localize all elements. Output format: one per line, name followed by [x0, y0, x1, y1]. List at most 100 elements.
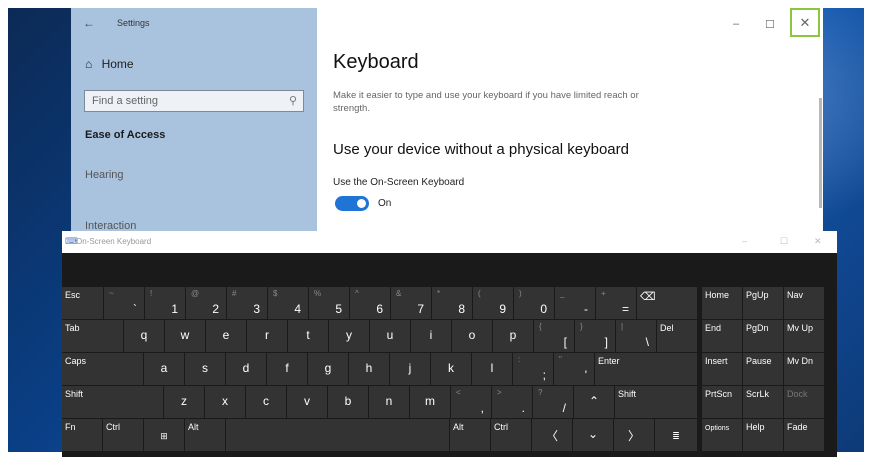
key-0[interactable]: ) 0: [514, 287, 554, 319]
key-quote[interactable]: " ': [554, 353, 594, 385]
key-fn[interactable]: Fn: [62, 419, 102, 451]
key-z[interactable]: z: [164, 386, 204, 418]
key-v[interactable]: v: [287, 386, 327, 418]
key-pgdn[interactable]: PgDn: [743, 320, 783, 352]
key-minus[interactable]: _ -: [555, 287, 595, 319]
key-windows[interactable]: ⊞: [144, 419, 184, 451]
key-right-bracket[interactable]: }]: [575, 320, 615, 352]
key-h[interactable]: h: [349, 353, 389, 385]
key-pgup[interactable]: PgUp: [743, 287, 783, 319]
key-9[interactable]: (9: [473, 287, 513, 319]
key-backslash[interactable]: | \: [616, 320, 656, 352]
key-nav[interactable]: Nav: [784, 287, 824, 319]
minimize-icon[interactable]: –: [733, 18, 739, 30]
key-n[interactable]: n: [369, 386, 409, 418]
osk-minimize-icon[interactable]: –: [742, 236, 747, 246]
key-up-arrow[interactable]: ⌃: [574, 386, 614, 418]
key-3[interactable]: #3: [227, 287, 267, 319]
nav-item-hearing[interactable]: Hearing: [85, 169, 124, 181]
home-label: Home: [101, 57, 134, 71]
key-p[interactable]: p: [493, 320, 533, 352]
key-i[interactable]: i: [411, 320, 451, 352]
key-x[interactable]: x: [205, 386, 245, 418]
key-alt-left[interactable]: Alt: [185, 419, 225, 451]
key-pause[interactable]: Pause: [743, 353, 783, 385]
osk-toggle[interactable]: [335, 196, 369, 211]
key-7[interactable]: & 7: [391, 287, 431, 319]
key-1[interactable]: ! 1: [145, 287, 185, 319]
key-slash[interactable]: ? /: [533, 386, 573, 418]
key-t[interactable]: t: [288, 320, 328, 352]
left-arrow-icon: 〈: [545, 429, 558, 443]
key-ctrl-right[interactable]: Ctrl: [491, 419, 531, 451]
key-w[interactable]: w: [165, 320, 205, 352]
key-end[interactable]: End: [702, 320, 742, 352]
key-e[interactable]: e: [206, 320, 246, 352]
key-equals[interactable]: + =: [596, 287, 636, 319]
key-ctrl-left[interactable]: Ctrl: [103, 419, 143, 451]
key-caps[interactable]: Caps: [62, 353, 143, 385]
key-g[interactable]: g: [308, 353, 348, 385]
key-shift-left[interactable]: Shift: [62, 386, 163, 418]
key-j[interactable]: j: [390, 353, 430, 385]
key-help[interactable]: Help: [743, 419, 783, 451]
key-right-arrow[interactable]: 〉: [614, 419, 654, 451]
key-5[interactable]: % 5: [309, 287, 349, 319]
key-options[interactable]: Options: [702, 419, 742, 451]
key-scrlk[interactable]: ScrLk: [743, 386, 783, 418]
key-space[interactable]: [226, 419, 449, 451]
nav-home[interactable]: ⌂ Home: [85, 57, 134, 71]
key-4[interactable]: $4: [268, 287, 308, 319]
close-icon: ✕: [799, 15, 811, 30]
back-arrow-icon[interactable]: ←: [83, 16, 95, 30]
key-menu[interactable]: ≣: [655, 419, 697, 451]
menu-icon: ≣: [672, 431, 680, 441]
key-left-arrow[interactable]: 〈: [532, 419, 572, 451]
key-alt-right[interactable]: Alt: [450, 419, 490, 451]
key-home[interactable]: Home: [702, 287, 742, 319]
key-c[interactable]: c: [246, 386, 286, 418]
key-q[interactable]: q: [124, 320, 164, 352]
key-fade[interactable]: Fade: [784, 419, 824, 451]
key-enter[interactable]: Enter: [595, 353, 697, 385]
close-button[interactable]: ✕: [790, 8, 820, 37]
key-o[interactable]: o: [452, 320, 492, 352]
key-f[interactable]: f: [267, 353, 307, 385]
key-y[interactable]: y: [329, 320, 369, 352]
key-tab[interactable]: Tab: [62, 320, 123, 352]
key-semicolon[interactable]: :;: [513, 353, 553, 385]
key-mv-up[interactable]: Mv Up: [784, 320, 824, 352]
search-placeholder: Find a setting: [92, 95, 159, 107]
app-title: Settings: [117, 18, 150, 28]
key-dock[interactable]: Dock: [784, 386, 824, 418]
key-period[interactable]: >.: [492, 386, 532, 418]
osk-maximize-icon[interactable]: ☐: [780, 236, 788, 247]
key-esc[interactable]: Esc: [62, 287, 103, 319]
key-m[interactable]: m: [410, 386, 450, 418]
key-u[interactable]: u: [370, 320, 410, 352]
key-6[interactable]: ^ 6: [350, 287, 390, 319]
key-left-bracket[interactable]: {[: [534, 320, 574, 352]
key-2[interactable]: @2: [186, 287, 226, 319]
key-insert[interactable]: Insert: [702, 353, 742, 385]
key-prtscn[interactable]: PrtScn: [702, 386, 742, 418]
key-b[interactable]: b: [328, 386, 368, 418]
key-a[interactable]: a: [144, 353, 184, 385]
key-8[interactable]: * 8: [432, 287, 472, 319]
key-d[interactable]: d: [226, 353, 266, 385]
key-mv-dn[interactable]: Mv Dn: [784, 353, 824, 385]
key-l[interactable]: l: [472, 353, 512, 385]
scrollbar[interactable]: [819, 98, 822, 208]
key-r[interactable]: r: [247, 320, 287, 352]
search-input[interactable]: Find a setting ⚲: [84, 90, 304, 112]
key-shift-right[interactable]: Shift: [615, 386, 697, 418]
key-k[interactable]: k: [431, 353, 471, 385]
osk-close-icon[interactable]: ✕: [814, 236, 822, 247]
key-comma[interactable]: <,: [451, 386, 491, 418]
maximize-icon[interactable]: ☐: [765, 18, 775, 31]
key-del[interactable]: Del: [657, 320, 697, 352]
key-down-arrow[interactable]: ⌄: [573, 419, 613, 451]
key-tilde[interactable]: ~ `: [104, 287, 144, 319]
key-s[interactable]: s: [185, 353, 225, 385]
key-backspace[interactable]: ⌫: [637, 287, 697, 319]
